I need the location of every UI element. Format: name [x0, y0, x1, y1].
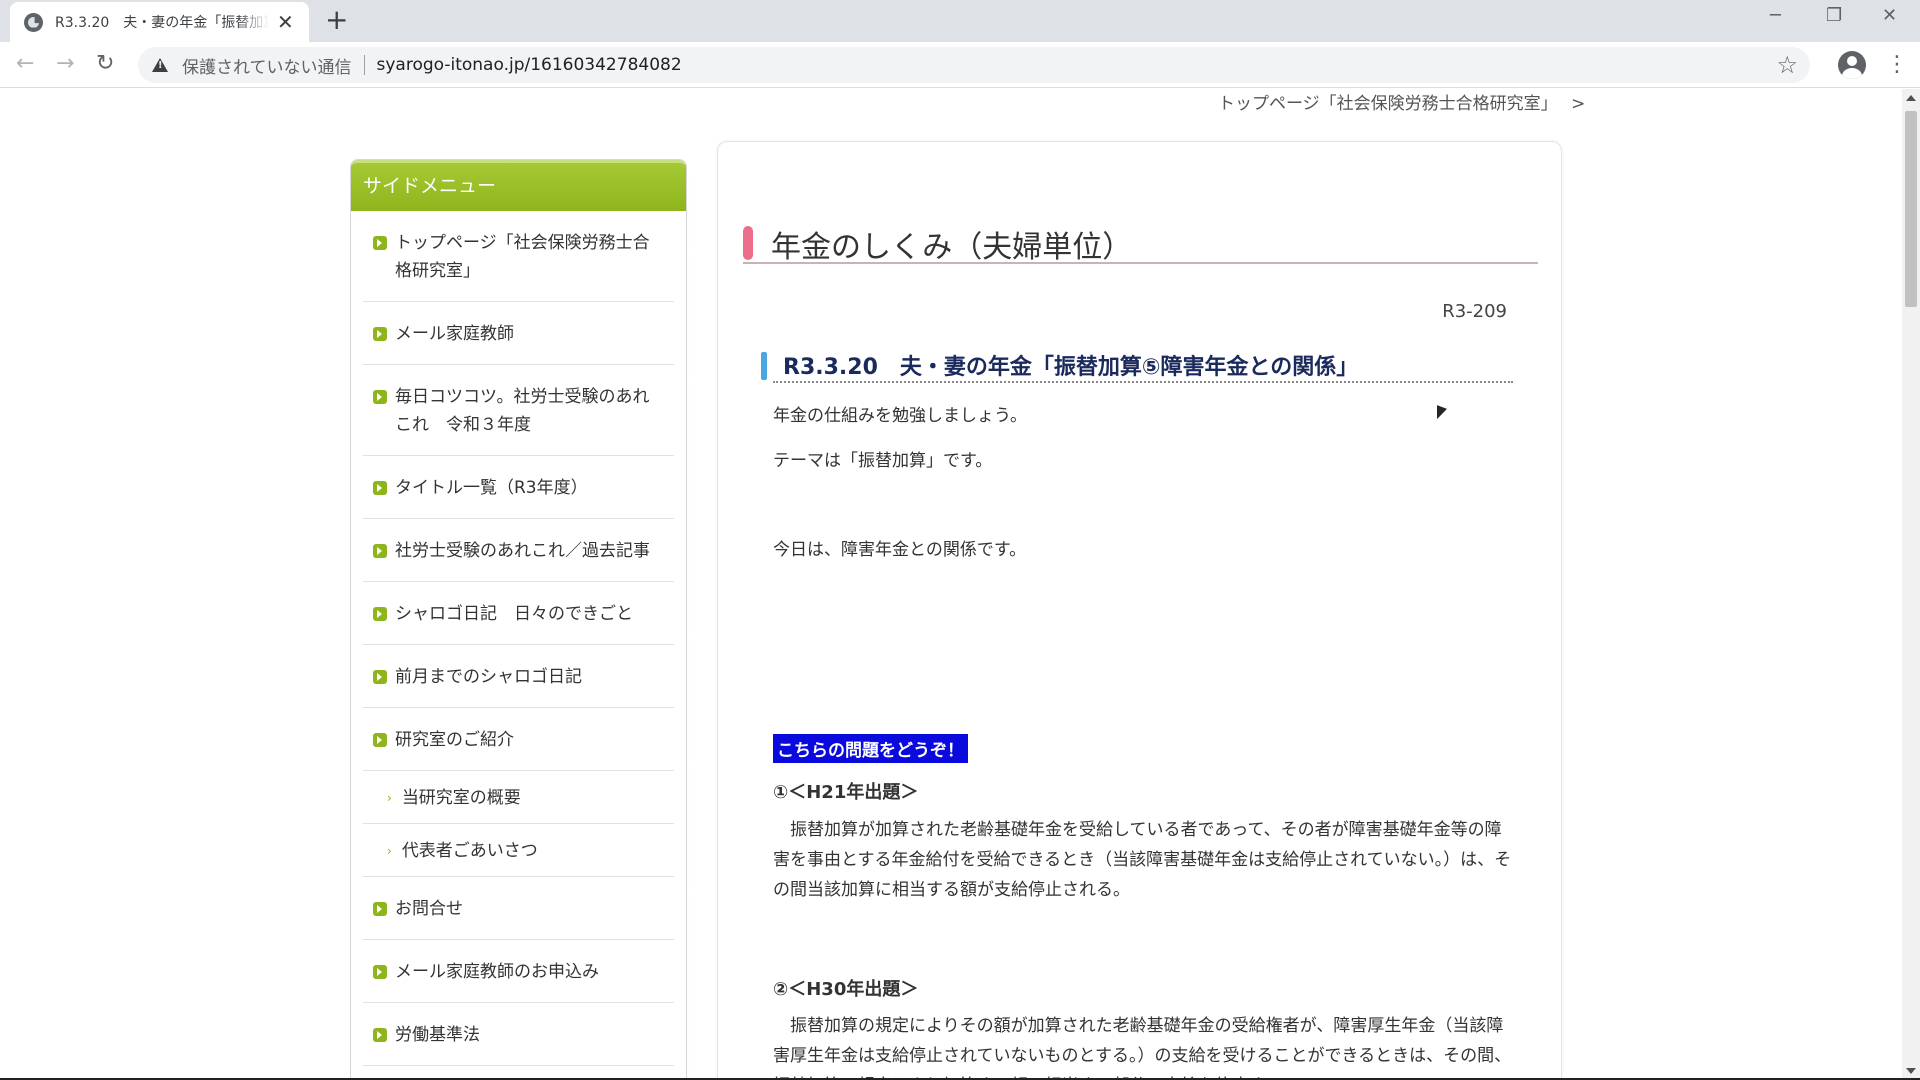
security-status[interactable]: 保護されていない通信	[182, 53, 352, 78]
question-highlight: こちらの問題をどうぞ！	[773, 734, 968, 763]
address-separator	[363, 55, 365, 75]
post-title: R3.3.20 夫・妻の年金「振替加算⑤障害年金との関係」	[783, 355, 1359, 380]
side-menu: サイドメニュー トップページ「社会保険労務士合格研究室」 メール家庭教師 毎日コ…	[350, 159, 687, 1078]
sidebar-item-label: 労働基準法	[395, 1025, 480, 1045]
sidebar-subitem-label: 当研究室の概要	[401, 788, 521, 808]
sidebar-item-top-page[interactable]: トップページ「社会保険労務士合格研究室」	[363, 211, 674, 302]
bullet-arrow-icon	[373, 236, 387, 250]
sidebar-item-daily[interactable]: 毎日コツコツ。社労士受験のあれこれ 令和３年度	[363, 365, 674, 456]
question-2-heading: ②＜H30年出題＞	[773, 979, 919, 1000]
sidebar-item-label: お問合せ	[395, 899, 463, 919]
post-title-block: R3.3.20 夫・妻の年金「振替加算⑤障害年金との関係」	[761, 349, 1513, 383]
chevron-right-icon: ›	[387, 844, 392, 858]
window-close-icon[interactable]: ✕	[1882, 6, 1897, 26]
page-title-block: 年金のしくみ（夫婦単位）	[743, 222, 1538, 265]
theme-paragraph: テーマは「振替加算」です。	[773, 451, 993, 471]
sidebar-item-label: 毎日コツコツ。社労士受験のあれこれ 令和３年度	[395, 387, 650, 435]
sidebar-item-label: メール家庭教師のお申込み	[395, 962, 599, 982]
restore-icon[interactable]: ❐	[1826, 6, 1842, 26]
scroll-up-arrow-icon[interactable]	[1906, 95, 1916, 101]
page-scrollbar[interactable]	[1902, 89, 1920, 1080]
intro-paragraph: 年金の仕組みを勉強しましょう。	[773, 406, 1027, 426]
bullet-arrow-icon	[373, 607, 387, 621]
url-text[interactable]: syarogo-itonao.jp/16160342784082	[377, 55, 682, 75]
bookmark-star-icon[interactable]: ☆	[1776, 51, 1798, 79]
reload-icon[interactable]: ↻	[96, 51, 114, 77]
scroll-down-arrow-icon[interactable]	[1906, 1068, 1916, 1074]
page-title: 年金のしくみ（夫婦単位）	[771, 230, 1133, 265]
sidebar-item-mail-tutor[interactable]: メール家庭教師	[363, 302, 674, 365]
sidebar-item-past-articles[interactable]: 社労士受験のあれこれ／過去記事	[363, 519, 674, 582]
bullet-arrow-icon	[373, 544, 387, 558]
article-id: R3-209	[1442, 301, 1507, 322]
side-menu-header: サイドメニュー	[351, 160, 686, 211]
bullet-arrow-icon	[373, 481, 387, 495]
sidebar-item-label: トップページ「社会保険労務士合格研究室」	[395, 233, 650, 281]
bullet-arrow-icon	[373, 965, 387, 979]
sidebar-item-label: タイトル一覧（R3年度）	[395, 478, 588, 498]
breadcrumb-arrow: >	[1571, 94, 1586, 114]
sidebar-subitem-greeting[interactable]: › 代表者ごあいさつ	[363, 824, 674, 877]
sidebar-item-label: 前月までのシャロゴ日記	[395, 667, 582, 687]
sidebar-item-about[interactable]: 研究室のご紹介	[363, 708, 674, 771]
address-bar[interactable]: 保護されていない通信 syarogo-itonao.jp/16160342784…	[138, 47, 1810, 83]
forward-arrow-icon[interactable]: →	[56, 51, 74, 77]
sidebar-item-label: 社労士受験のあれこれ／過去記事	[395, 541, 650, 561]
question-1-heading: ①＜H21年出題＞	[773, 782, 919, 803]
sidebar-item-labor-standards[interactable]: 労働基準法	[363, 1003, 674, 1066]
sidebar-item-label: 研究室のご紹介	[395, 730, 514, 750]
profile-avatar-icon[interactable]	[1838, 51, 1866, 79]
tab-strip: R3.3.20 夫・妻の年金「振替加算⑤障害年金との関係」 ✕ + ─ ❐ ✕	[0, 0, 1920, 42]
bullet-arrow-icon	[373, 1028, 387, 1042]
kebab-menu-icon[interactable]: ⋮	[1886, 52, 1908, 78]
breadcrumb-link[interactable]: トップページ「社会保険労務士合格研究室」	[1218, 94, 1558, 114]
sidebar-subitem-label: 代表者ごあいさつ	[401, 841, 538, 861]
sidebar-item-apply[interactable]: メール家庭教師のお申込み	[363, 940, 674, 1003]
question-1-text: 振替加算が加算された老齢基礎年金を受給している者であって、その者が障害基礎年金等…	[773, 820, 1512, 900]
sidebar-item-title-list[interactable]: タイトル一覧（R3年度）	[363, 456, 674, 519]
breadcrumb: トップページ「社会保険労務士合格研究室」 >	[1218, 89, 1585, 114]
page-viewport: トップページ「社会保険労務士合格研究室」 > サイドメニュー トップページ「社会…	[0, 89, 1902, 1078]
browser-toolbar: ← → ↻ 保護されていない通信 syarogo-itonao.jp/16160…	[0, 42, 1920, 88]
question-2-text: 振替加算の規定によりその額が加算された老齢基礎年金の受給権者が、障害厚生年金（当…	[773, 1016, 1512, 1078]
topic-paragraph: 今日は、障害年金との関係です。	[773, 540, 1027, 560]
warning-icon[interactable]	[152, 58, 168, 72]
bullet-arrow-icon	[373, 733, 387, 747]
tab-title: R3.3.20 夫・妻の年金「振替加算⑤障害年金との関係」	[55, 15, 269, 31]
bullet-arrow-icon	[373, 902, 387, 916]
bullet-arrow-icon	[373, 670, 387, 684]
title-accent-bar	[743, 226, 753, 260]
sidebar-item-label: メール家庭教師	[395, 324, 514, 344]
post-title-accent-bar	[761, 352, 767, 380]
close-tab-icon[interactable]: ✕	[277, 12, 294, 32]
sidebar-subitem-overview[interactable]: › 当研究室の概要	[363, 771, 674, 824]
sidebar-item-contact[interactable]: お問合せ	[363, 877, 674, 940]
bullet-arrow-icon	[373, 390, 387, 404]
main-content: 年金のしくみ（夫婦単位） R3-209 R3.3.20 夫・妻の年金「振替加算⑤…	[717, 141, 1562, 1078]
sidebar-item-diary[interactable]: シャロゴ日記 日々のできごと	[363, 582, 674, 645]
chevron-right-icon: ›	[387, 791, 392, 805]
sidebar-item-label: シャロゴ日記 日々のできごと	[395, 604, 633, 624]
globe-icon	[24, 12, 43, 32]
scrollbar-thumb[interactable]	[1905, 111, 1917, 307]
new-tab-icon[interactable]: +	[325, 6, 348, 34]
browser-tab[interactable]: R3.3.20 夫・妻の年金「振替加算⑤障害年金との関係」 ✕	[10, 2, 309, 42]
sidebar-item-past-diary[interactable]: 前月までのシャロゴ日記	[363, 645, 674, 708]
minimize-icon[interactable]: ─	[1770, 6, 1781, 26]
side-menu-list: トップページ「社会保険労務士合格研究室」 メール家庭教師 毎日コツコツ。社労士受…	[351, 211, 686, 1066]
bullet-arrow-icon	[373, 327, 387, 341]
back-arrow-icon[interactable]: ←	[16, 51, 34, 77]
